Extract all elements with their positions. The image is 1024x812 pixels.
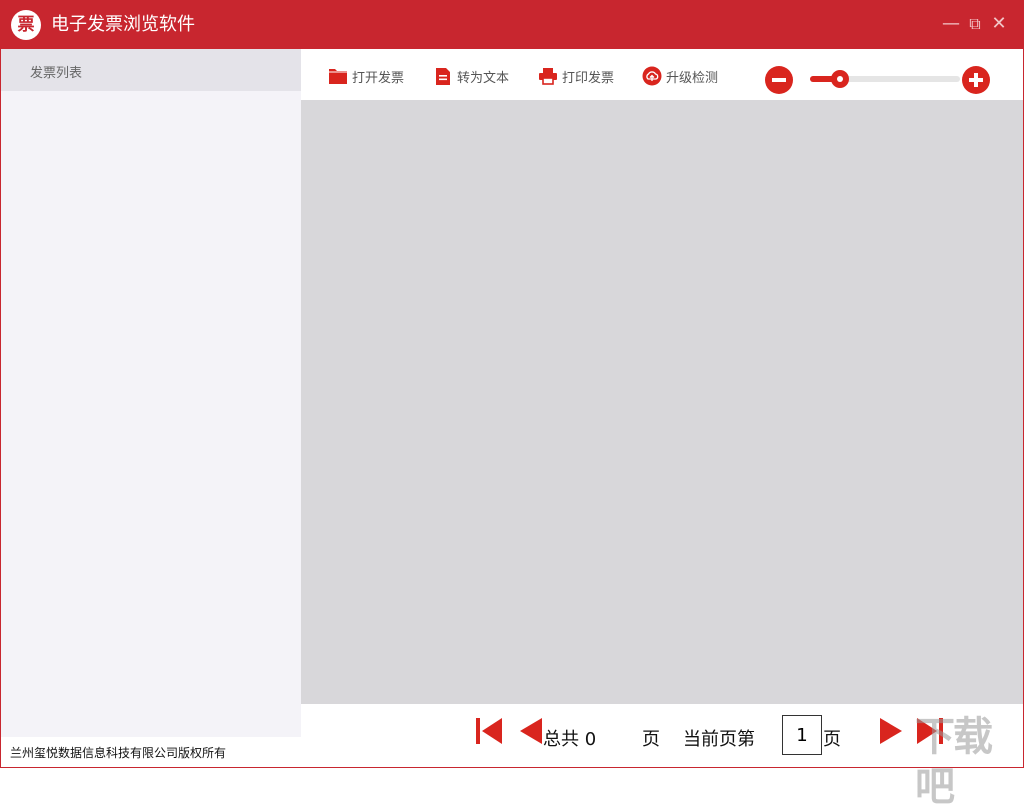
toolbar: 打开发票 转为文本 打印发票 升级检测 xyxy=(301,49,1023,100)
watermark-logo: 下载吧 xyxy=(915,714,993,810)
current-page-prefix: 当前页第 xyxy=(683,729,755,750)
zoom-slider[interactable] xyxy=(810,70,960,88)
next-page-icon[interactable] xyxy=(878,716,904,746)
invoice-list-header: 发票列表 xyxy=(1,49,301,91)
zoom-out-button[interactable] xyxy=(765,66,793,94)
current-page-suffix: 页 xyxy=(823,729,841,750)
invoice-list-title: 发票列表 xyxy=(30,66,83,81)
check-update-label: 升级检测 xyxy=(666,70,719,86)
document-icon xyxy=(433,66,453,86)
invoice-list-panel: 发票列表 xyxy=(1,49,301,737)
app-logo-icon: 票 xyxy=(11,10,41,40)
convert-to-text-label: 转为文本 xyxy=(457,70,510,86)
total-pages-label: 总共 0 xyxy=(543,729,596,751)
open-invoice-button[interactable]: 打开发票 xyxy=(328,66,404,86)
minus-icon xyxy=(772,78,786,82)
check-update-button[interactable]: 升级检测 xyxy=(642,66,718,86)
printer-icon xyxy=(538,66,558,86)
current-page-input[interactable] xyxy=(782,715,822,755)
total-pages-value: 0 xyxy=(584,729,597,750)
invoice-viewer xyxy=(301,100,1023,704)
close-button[interactable]: ✕ xyxy=(989,14,1009,34)
total-prefix: 总共 xyxy=(543,729,579,750)
previous-page-icon[interactable] xyxy=(518,716,544,746)
print-invoice-label: 打印发票 xyxy=(562,70,615,86)
cloud-upload-icon xyxy=(642,66,662,86)
print-invoice-button[interactable]: 打印发票 xyxy=(538,66,614,86)
first-page-icon[interactable] xyxy=(474,716,504,746)
plus-icon xyxy=(969,73,983,87)
minimize-button[interactable]: — xyxy=(941,14,961,34)
total-pages-unit: 页 xyxy=(642,729,660,750)
app-title: 电子发票浏览软件 xyxy=(51,14,195,35)
convert-to-text-button[interactable]: 转为文本 xyxy=(433,66,509,86)
zoom-in-button[interactable] xyxy=(962,66,990,94)
title-bar: 票 电子发票浏览软件 — ⧉ ✕ xyxy=(0,0,1024,49)
open-invoice-label: 打开发票 xyxy=(352,70,405,86)
copyright-text: 兰州玺悦数据信息科技有限公司版权所有 xyxy=(10,746,227,760)
maximize-button[interactable]: ⧉ xyxy=(965,14,985,34)
zoom-slider-thumb[interactable] xyxy=(831,70,849,88)
folder-icon xyxy=(328,66,348,86)
